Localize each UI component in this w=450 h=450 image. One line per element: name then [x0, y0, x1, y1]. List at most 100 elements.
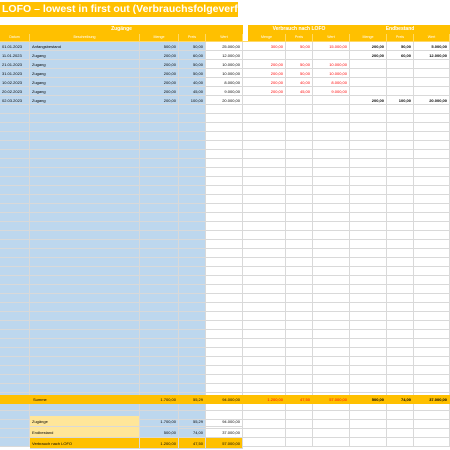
- empty-cell[interactable]: [248, 375, 286, 384]
- empty-cell[interactable]: [248, 195, 286, 204]
- empty-cell[interactable]: [140, 258, 179, 267]
- cell-e-preis[interactable]: 100,00: [387, 96, 414, 105]
- empty-cell[interactable]: [414, 177, 450, 186]
- empty-cell[interactable]: [350, 348, 387, 357]
- cell-v-preis[interactable]: 40,00: [286, 78, 313, 87]
- empty-cell[interactable]: [414, 267, 450, 276]
- empty-cell[interactable]: [179, 186, 206, 195]
- empty-cell[interactable]: [387, 186, 414, 195]
- sum-e-wert[interactable]: 37.000,00: [414, 395, 450, 404]
- empty-cell[interactable]: [313, 114, 350, 123]
- summary-menge[interactable]: 1.700,00: [140, 416, 179, 427]
- cell-datum[interactable]: 31.01.2023: [0, 69, 30, 78]
- empty-cell[interactable]: [179, 150, 206, 159]
- cell-datum[interactable]: 02.03.2023: [0, 96, 30, 105]
- empty-cell[interactable]: [140, 384, 179, 393]
- empty-cell[interactable]: [286, 375, 313, 384]
- cell-e-wert[interactable]: [414, 78, 450, 87]
- empty-cell[interactable]: [0, 177, 30, 186]
- empty-cell[interactable]: [248, 420, 286, 429]
- empty-cell[interactable]: [0, 141, 30, 150]
- empty-cell[interactable]: [0, 312, 30, 321]
- empty-cell[interactable]: [414, 384, 450, 393]
- empty-cell[interactable]: [179, 348, 206, 357]
- empty-cell[interactable]: [179, 303, 206, 312]
- summary-wert[interactable]: 37.000,00: [206, 427, 243, 438]
- empty-cell[interactable]: [30, 285, 140, 294]
- empty-cell[interactable]: [414, 159, 450, 168]
- cell-v-menge[interactable]: 200,00: [248, 87, 286, 96]
- empty-cell[interactable]: [30, 168, 140, 177]
- summary-menge[interactable]: 500,00: [140, 427, 179, 438]
- cell-beschreibung[interactable]: Zugang: [30, 96, 140, 105]
- empty-cell[interactable]: [286, 366, 313, 375]
- empty-cell[interactable]: [248, 285, 286, 294]
- empty-cell[interactable]: [387, 303, 414, 312]
- empty-cell[interactable]: [414, 294, 450, 303]
- empty-cell[interactable]: [248, 159, 286, 168]
- empty-cell[interactable]: [387, 366, 414, 375]
- empty-cell[interactable]: [387, 105, 414, 114]
- empty-cell[interactable]: [140, 150, 179, 159]
- cell-preis[interactable]: 50,00: [179, 69, 206, 78]
- empty-cell[interactable]: [350, 429, 387, 438]
- cell-e-wert[interactable]: 12.000,00: [414, 51, 450, 60]
- empty-cell[interactable]: [0, 150, 30, 159]
- empty-cell[interactable]: [0, 186, 30, 195]
- cell-datum[interactable]: 01.01.2023: [0, 42, 30, 51]
- cell-e-preis[interactable]: 60,00: [387, 51, 414, 60]
- empty-cell[interactable]: [248, 204, 286, 213]
- cell-menge[interactable]: 200,00: [140, 51, 179, 60]
- empty-cell[interactable]: [350, 240, 387, 249]
- empty-cell[interactable]: [140, 348, 179, 357]
- empty-cell[interactable]: [248, 321, 286, 330]
- cell-v-preis[interactable]: [286, 51, 313, 60]
- empty-cell[interactable]: [206, 231, 243, 240]
- empty-cell[interactable]: [206, 357, 243, 366]
- empty-cell[interactable]: [387, 312, 414, 321]
- empty-cell[interactable]: [248, 105, 286, 114]
- empty-cell[interactable]: [350, 150, 387, 159]
- empty-cell[interactable]: [387, 321, 414, 330]
- empty-cell[interactable]: [350, 294, 387, 303]
- empty-cell[interactable]: [30, 114, 140, 123]
- empty-cell[interactable]: [30, 330, 140, 339]
- empty-cell[interactable]: [0, 222, 30, 231]
- empty-cell[interactable]: [414, 429, 450, 438]
- empty-cell[interactable]: [313, 330, 350, 339]
- empty-cell[interactable]: [0, 132, 30, 141]
- empty-cell[interactable]: [313, 222, 350, 231]
- cell-v-wert[interactable]: 9.000,00: [313, 87, 350, 96]
- empty-cell[interactable]: [0, 375, 30, 384]
- empty-cell[interactable]: [179, 168, 206, 177]
- cell-v-preis[interactable]: 50,00: [286, 42, 313, 51]
- empty-cell[interactable]: [30, 321, 140, 330]
- empty-cell[interactable]: [387, 159, 414, 168]
- empty-cell[interactable]: [313, 186, 350, 195]
- empty-cell[interactable]: [0, 258, 30, 267]
- empty-cell[interactable]: [286, 276, 313, 285]
- empty-cell[interactable]: [206, 267, 243, 276]
- empty-cell[interactable]: [286, 321, 313, 330]
- empty-cell[interactable]: [248, 249, 286, 258]
- empty-cell[interactable]: [206, 294, 243, 303]
- empty-cell[interactable]: [313, 204, 350, 213]
- cell-beschreibung[interactable]: Zugang: [30, 51, 140, 60]
- empty-cell[interactable]: [248, 357, 286, 366]
- cell-e-preis[interactable]: [387, 87, 414, 96]
- empty-cell[interactable]: [286, 132, 313, 141]
- cell-menge[interactable]: 200,00: [140, 87, 179, 96]
- empty-cell[interactable]: [179, 114, 206, 123]
- empty-cell[interactable]: [206, 276, 243, 285]
- cell-v-menge[interactable]: [248, 96, 286, 105]
- cell-preis[interactable]: 50,00: [179, 60, 206, 69]
- empty-cell[interactable]: [248, 168, 286, 177]
- empty-cell[interactable]: [350, 420, 387, 429]
- empty-cell[interactable]: [30, 294, 140, 303]
- cell-beschreibung[interactable]: Zugang: [30, 87, 140, 96]
- empty-cell[interactable]: [30, 195, 140, 204]
- empty-cell[interactable]: [0, 384, 30, 393]
- empty-cell[interactable]: [313, 123, 350, 132]
- empty-cell[interactable]: [286, 420, 313, 429]
- empty-cell[interactable]: [30, 267, 140, 276]
